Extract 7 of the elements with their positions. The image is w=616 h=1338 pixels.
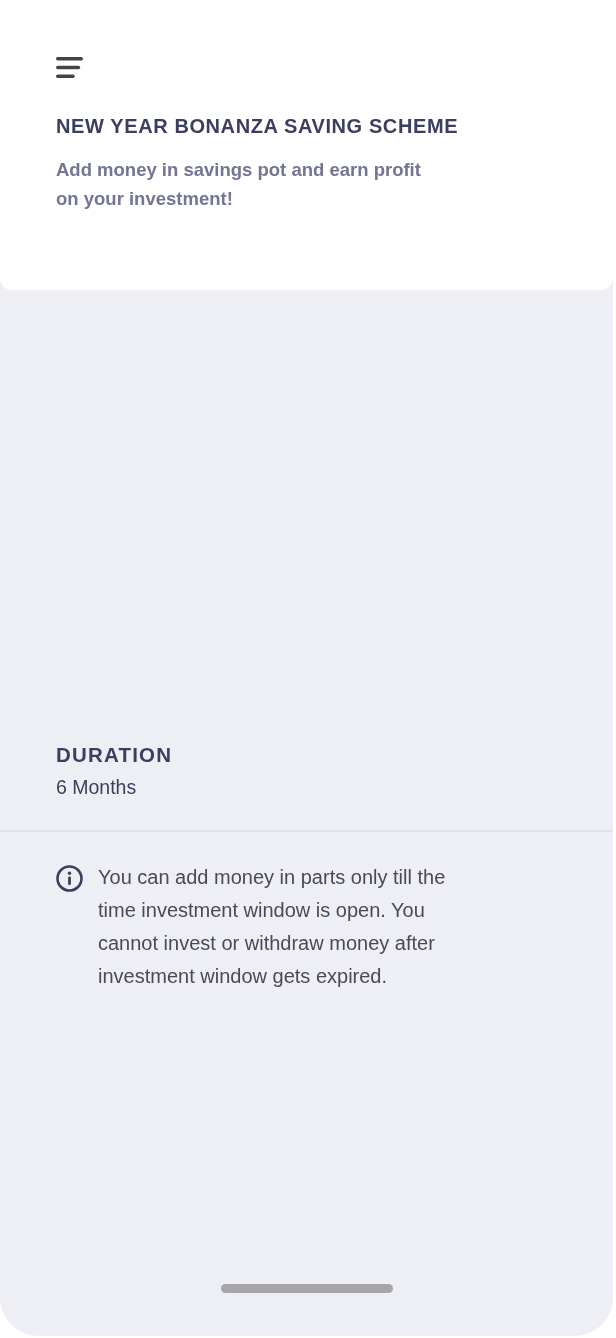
menu-icon[interactable] [56, 57, 83, 78]
duration-value: 6 Months [56, 774, 138, 800]
scheme-title: NEW YEAR BONANZA SAVING SCHEME [56, 114, 460, 139]
scheme-subtitle: Add money in savings pot and earn profit on your investment! [56, 158, 422, 211]
notice-text: You can add money in parts only till the time investment window is open. You cannot invest or withdraw money after investment window gets expired. [98, 865, 447, 989]
info-icon [56, 865, 83, 892]
duration-label: DURATION [56, 742, 174, 768]
